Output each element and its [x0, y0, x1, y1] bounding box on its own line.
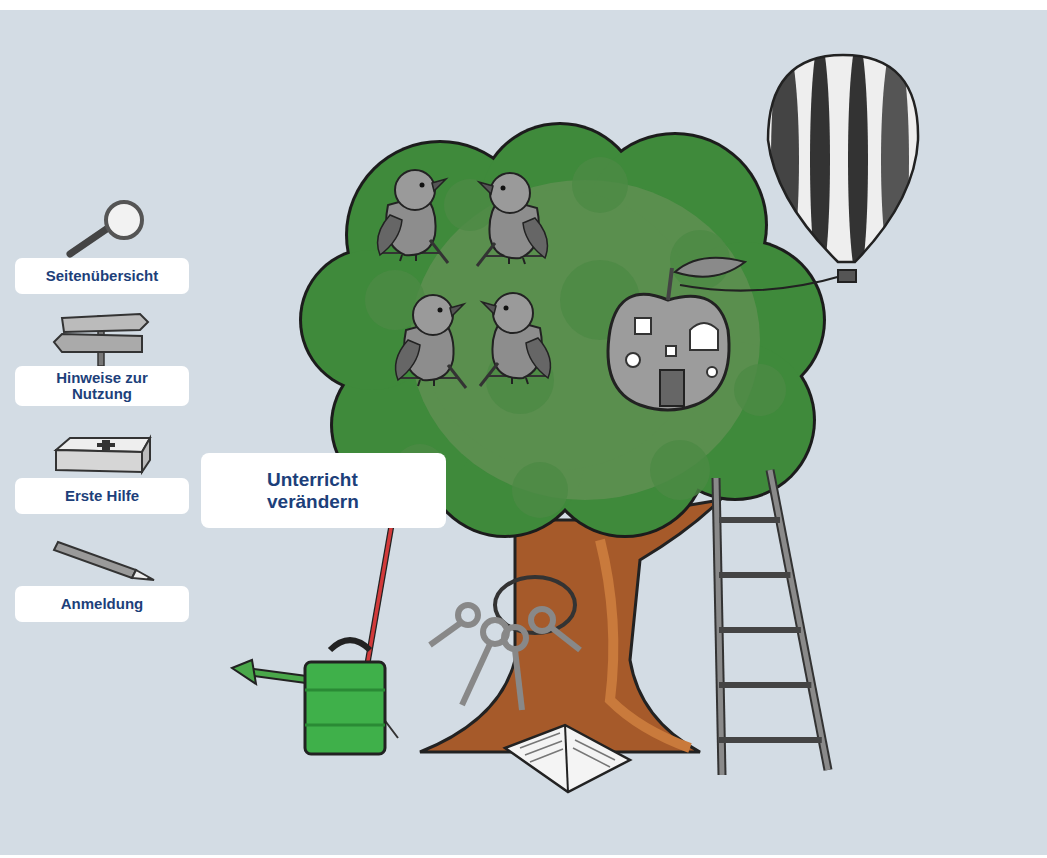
pencil-icon	[42, 528, 162, 586]
bird-icon	[480, 293, 550, 386]
balloon-icon	[768, 40, 918, 282]
sidebar-item[interactable]: Anmeldung	[15, 528, 189, 622]
first-aid-icon	[42, 420, 162, 478]
sidebar-label[interactable]: Hinweise zur Nutzung	[15, 366, 189, 406]
sidebar-label[interactable]: Erste Hilfe	[15, 478, 189, 514]
ladder-icon	[716, 470, 828, 775]
magnifier-icon	[42, 200, 162, 258]
sidebar-label[interactable]: Seitenübersicht	[15, 258, 189, 294]
bird-icon	[378, 170, 448, 263]
sidebar-item[interactable]: Erste Hilfe	[15, 420, 189, 514]
sidebar-item[interactable]: Seitenübersicht	[15, 200, 189, 294]
sidebar-item[interactable]: Hinweise zur Nutzung	[15, 308, 189, 406]
book-icon	[505, 725, 630, 792]
sidebar-label[interactable]: Anmeldung	[15, 586, 189, 622]
sidebar: Seitenübersicht Hinweise zur Nutzung Erste…	[0, 10, 189, 622]
bird-icon	[396, 295, 466, 388]
signpost-icon	[42, 308, 162, 366]
bird-icon	[477, 173, 547, 266]
keys-icon	[430, 577, 580, 710]
page: Seitenübersicht Hinweise zur Nutzung Erste…	[0, 0, 1047, 858]
trunk-icon	[420, 500, 720, 752]
hotspot-card[interactable]: Unterricht verändern	[201, 453, 446, 528]
tree-scene-icon	[0, 0, 1047, 858]
watering-can-icon	[232, 640, 385, 754]
apple-house-icon	[608, 258, 745, 410]
